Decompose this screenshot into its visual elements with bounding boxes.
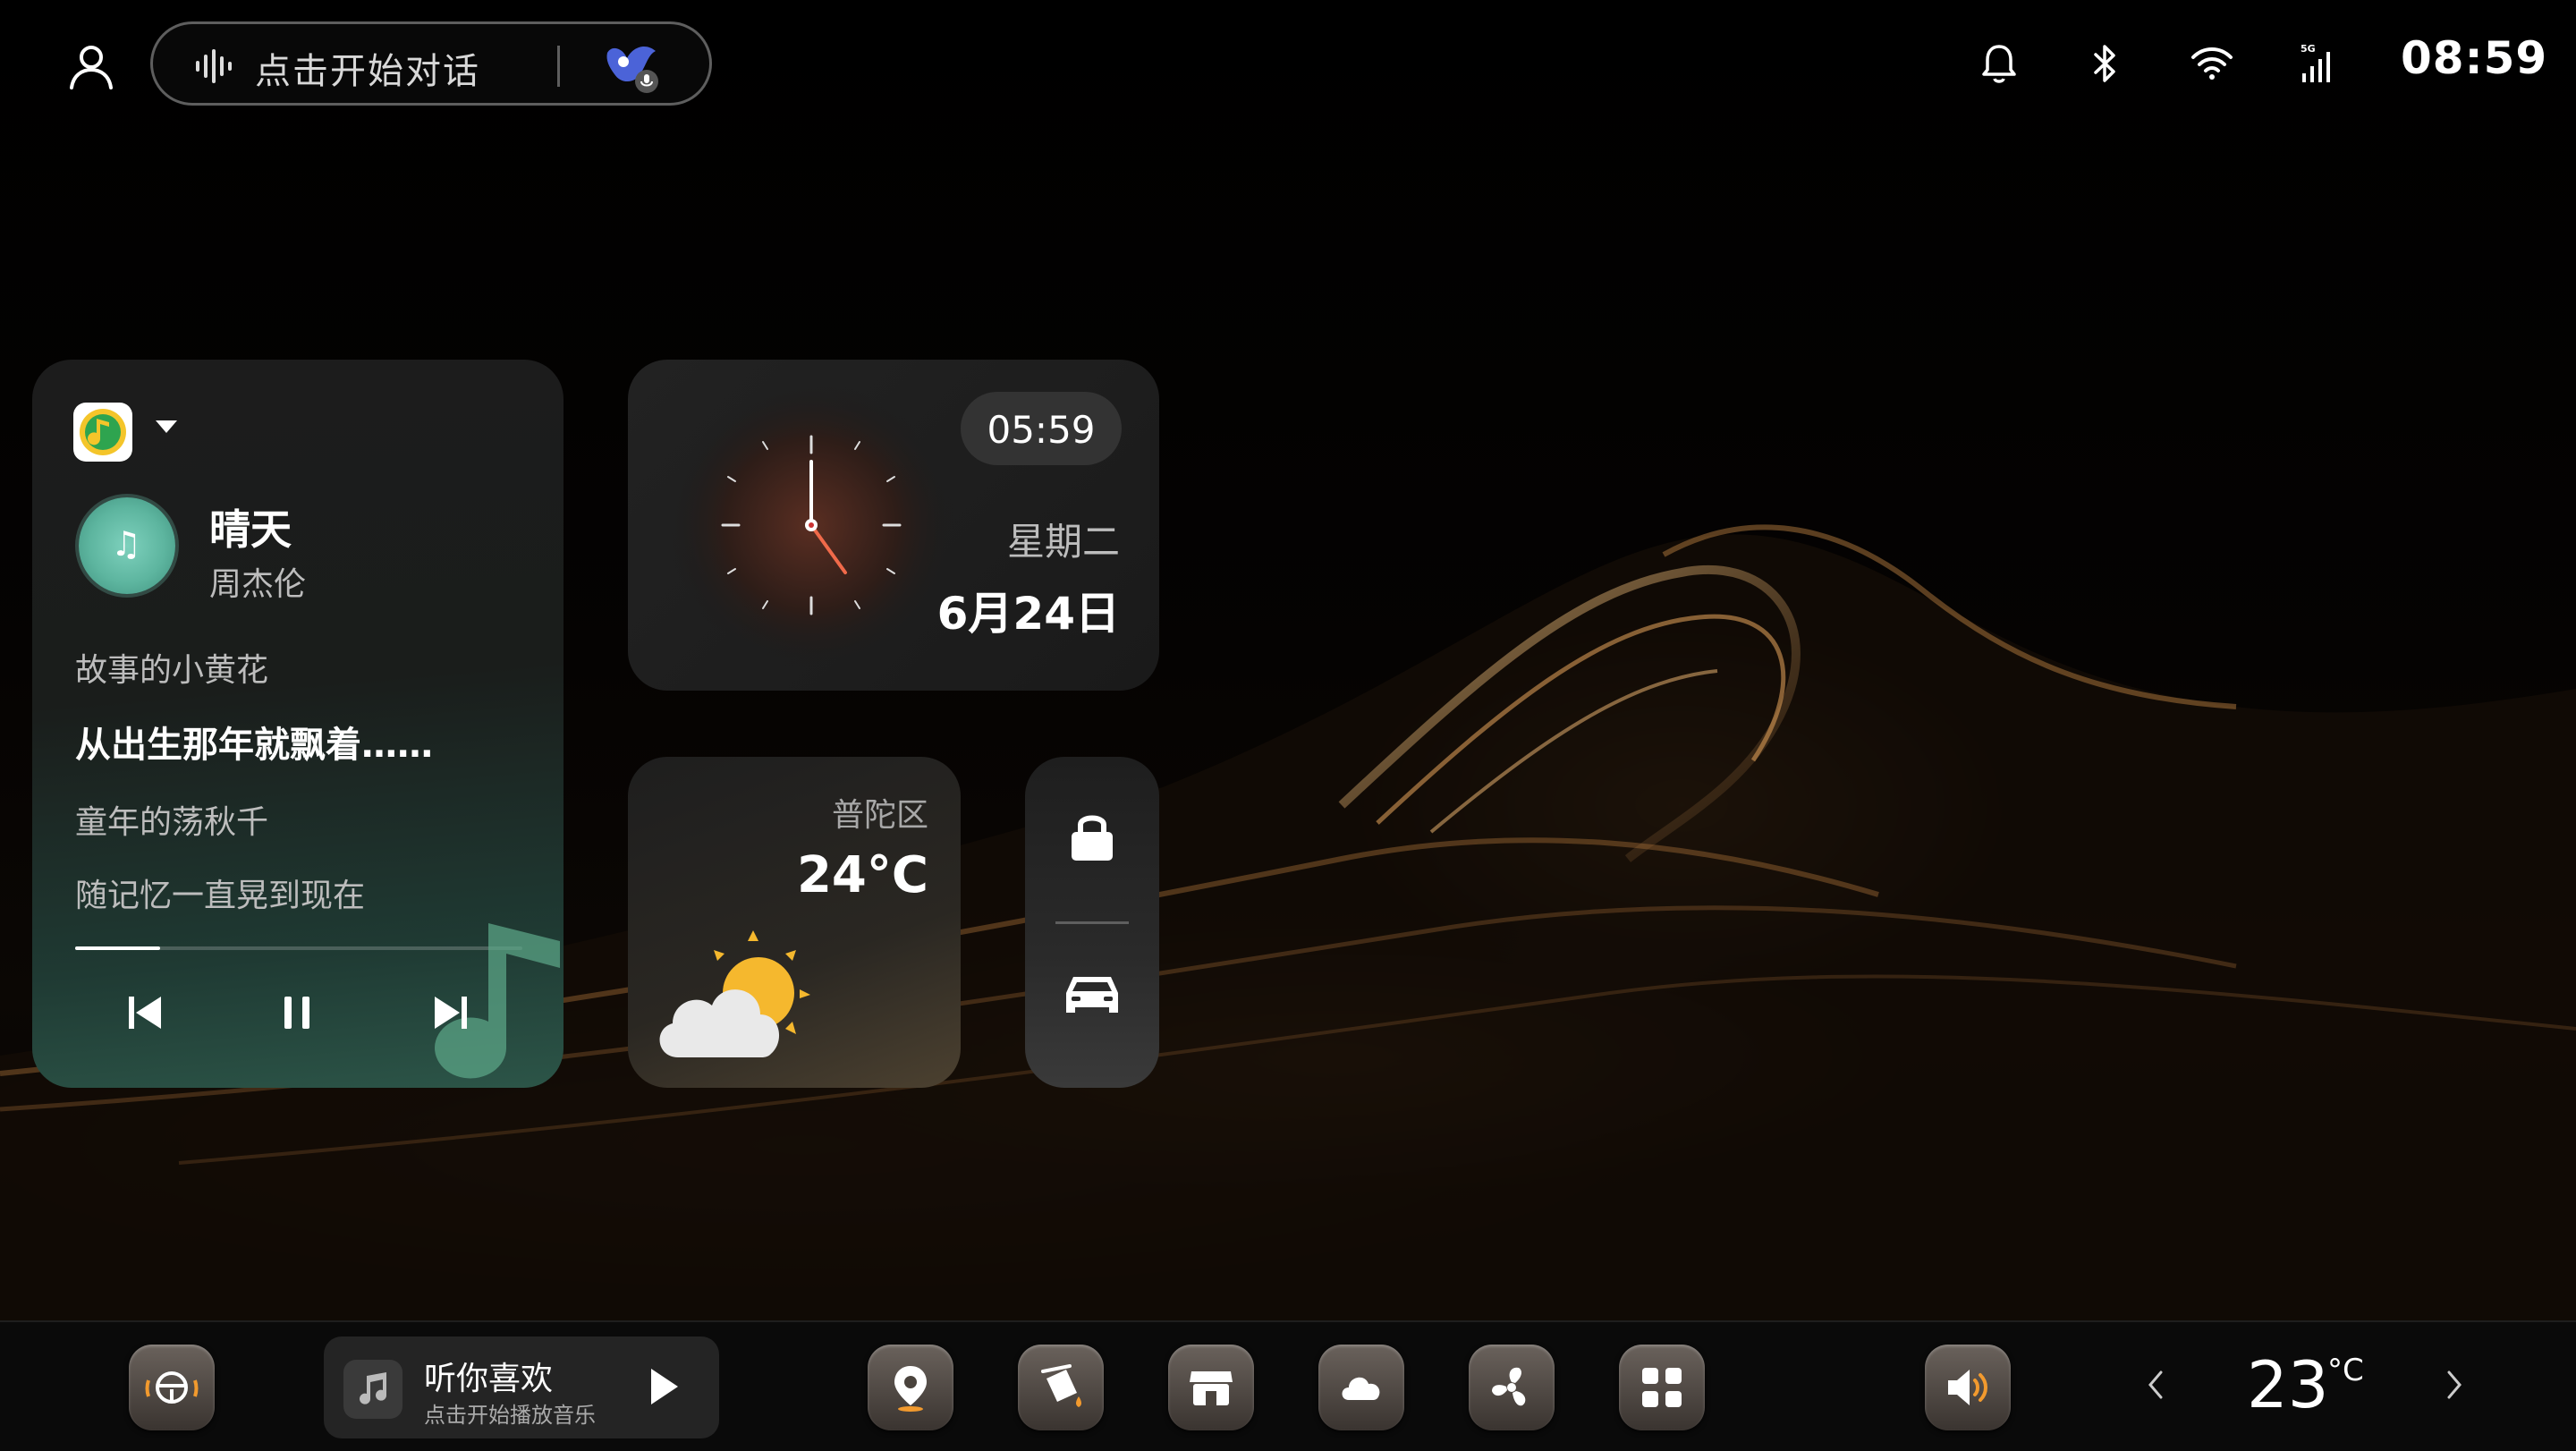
music-mini-player[interactable]: 听你喜欢 点击开始播放音乐 — [324, 1336, 719, 1438]
fan-icon — [1492, 1367, 1526, 1406]
chevron-left-icon[interactable] — [2147, 1369, 2165, 1401]
assistant-icon[interactable] — [600, 37, 663, 96]
voice-prompt-text: 点击开始对话 — [255, 51, 480, 92]
paint-button[interactable] — [1018, 1345, 1104, 1430]
digital-time-badge: 05:59 — [961, 392, 1122, 465]
analog-clock — [668, 382, 954, 668]
wifi-icon[interactable] — [2190, 41, 2234, 86]
digital-time: 05:59 — [987, 408, 1096, 452]
status-bar: 点击开始对话 5G 08:59 — [0, 0, 2576, 125]
weather-card[interactable]: 普陀区 24°C — [628, 757, 961, 1088]
fan-button[interactable] — [1469, 1345, 1555, 1430]
climate-temperature-unit: °C — [2327, 1353, 2364, 1388]
quick-controls-card — [1025, 757, 1159, 1088]
play-icon[interactable] — [651, 1369, 678, 1404]
date: 6月24日 — [936, 588, 1120, 640]
voice-assistant-bar[interactable]: 点击开始对话 — [150, 21, 712, 106]
bluetooth-icon[interactable] — [2082, 41, 2127, 86]
mini-player-subtitle: 点击开始播放音乐 — [424, 1403, 596, 1428]
climate-temperature: 23 — [2247, 1347, 2329, 1422]
album-art[interactable]: ♫ — [79, 497, 175, 594]
music-note-icon — [343, 1360, 402, 1419]
divider — [557, 46, 560, 87]
weekday: 星期二 — [1006, 520, 1120, 564]
cloud-button[interactable] — [1318, 1345, 1404, 1430]
clock-card[interactable]: 05:59 星期二 6月24日 — [628, 360, 1159, 691]
store-button[interactable] — [1168, 1345, 1254, 1430]
store-icon — [1190, 1371, 1233, 1405]
apps-grid-icon — [1642, 1368, 1682, 1407]
divider — [1055, 921, 1129, 924]
lock-icon[interactable] — [1068, 810, 1116, 862]
steering-wheel-button[interactable] — [129, 1345, 215, 1430]
chevron-down-icon[interactable] — [156, 420, 177, 433]
svg-text:5G: 5G — [2301, 43, 2316, 55]
voice-wave-icon — [196, 49, 232, 83]
previous-icon[interactable] — [120, 988, 170, 1038]
apps-button[interactable] — [1619, 1345, 1705, 1430]
volume-icon — [1948, 1370, 1987, 1405]
volume-button[interactable] — [1925, 1345, 2011, 1430]
5g-signal-icon: 5G — [2301, 43, 2330, 82]
music-note-icon: ♫ — [111, 524, 142, 564]
user-icon[interactable] — [64, 39, 118, 93]
song-artist: 周杰伦 — [209, 566, 307, 603]
navigation-icon — [894, 1366, 927, 1412]
lyric-line-current: 从出生那年就飘着…… — [75, 725, 433, 766]
car-icon[interactable] — [1061, 970, 1123, 1022]
navigation-button[interactable] — [868, 1345, 953, 1430]
lyric-line: 随记忆一直晃到现在 — [75, 878, 366, 914]
bell-icon[interactable] — [1977, 41, 2021, 86]
progress-fill — [75, 946, 160, 950]
pause-icon[interactable] — [272, 988, 322, 1038]
chevron-right-icon[interactable] — [2445, 1369, 2463, 1401]
lyric-line: 童年的荡秋千 — [75, 804, 269, 841]
music-card[interactable]: ♫ 晴天 周杰伦 故事的小黄花 从出生那年就飘着…… 童年的荡秋千 随记忆一直晃… — [32, 360, 564, 1088]
weather-temperature: 24°C — [796, 846, 928, 904]
next-icon[interactable] — [426, 988, 476, 1038]
lyric-line: 故事的小黄花 — [75, 652, 269, 689]
status-time: 08:59 — [2401, 32, 2548, 84]
cloud-icon — [1342, 1377, 1380, 1400]
paint-bucket-icon — [1041, 1364, 1081, 1407]
song-title: 晴天 — [209, 505, 292, 554]
mini-player-title: 听你喜欢 — [424, 1361, 554, 1397]
weather-location: 普陀区 — [831, 797, 928, 834]
steering-wheel-icon — [145, 1371, 199, 1404]
qq-music-icon[interactable] — [73, 403, 132, 462]
dock: 听你喜欢 点击开始播放音乐 23 °C — [0, 1320, 2576, 1451]
partly-cloudy-icon — [659, 930, 810, 1057]
